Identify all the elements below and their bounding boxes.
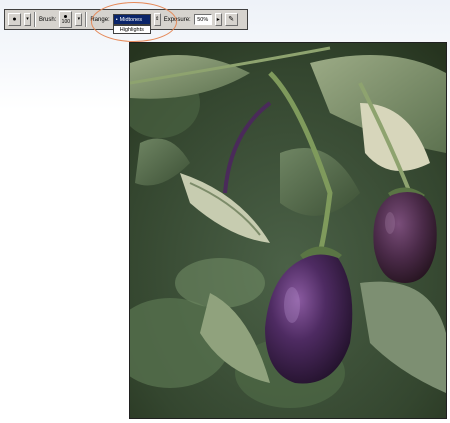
range-label: Range: <box>90 16 110 23</box>
triangle-right-icon: ▸ <box>216 16 220 23</box>
range-option-label: Highlights <box>119 26 144 33</box>
eggplant-photo <box>129 42 447 419</box>
eggplant-highlight <box>385 212 395 234</box>
brush-dropdown[interactable]: ▾ <box>75 13 83 26</box>
second-eggplant <box>373 192 437 283</box>
photo-illustration <box>130 43 446 418</box>
tool-preset-dropdown[interactable]: ▾ <box>24 13 31 26</box>
airbrush-icon: ✎ <box>228 16 235 23</box>
options-bar: ● ▾ Brush: 100 ▾ Range: • Midtones Highl… <box>4 9 248 34</box>
dodge-tool-icon: ● <box>12 16 17 23</box>
range-dropdown[interactable]: ⇕ <box>153 13 161 26</box>
separator <box>85 12 88 27</box>
chevron-down-icon: ▾ <box>77 16 81 22</box>
airbrush-button[interactable]: ✎ <box>224 13 238 26</box>
eggplant-highlight <box>284 287 300 323</box>
tool-preset-button[interactable]: ● <box>8 13 21 26</box>
brush-size: 100 <box>61 18 71 25</box>
range-select[interactable]: • Midtones Highlights <box>112 13 151 34</box>
chevron-updown-icon: ⇕ <box>155 16 160 22</box>
bullet-icon: • <box>115 16 118 23</box>
range-option-highlights[interactable]: Highlights <box>112 25 151 34</box>
range-selected-label: Midtones <box>119 16 142 23</box>
brush-tip-icon <box>64 14 68 18</box>
brush-picker[interactable]: 100 <box>59 11 73 28</box>
brush-label: Brush: <box>39 16 57 23</box>
chevron-down-icon: ▾ <box>26 16 29 22</box>
exposure-slider-button[interactable]: ▸ <box>214 13 222 26</box>
exposure-input[interactable]: 50% <box>193 14 212 25</box>
range-selected-option[interactable]: • Midtones <box>112 14 151 25</box>
exposure-label: Exposure: <box>163 16 191 23</box>
separator <box>34 12 36 27</box>
exposure-value: 50% <box>197 16 209 23</box>
